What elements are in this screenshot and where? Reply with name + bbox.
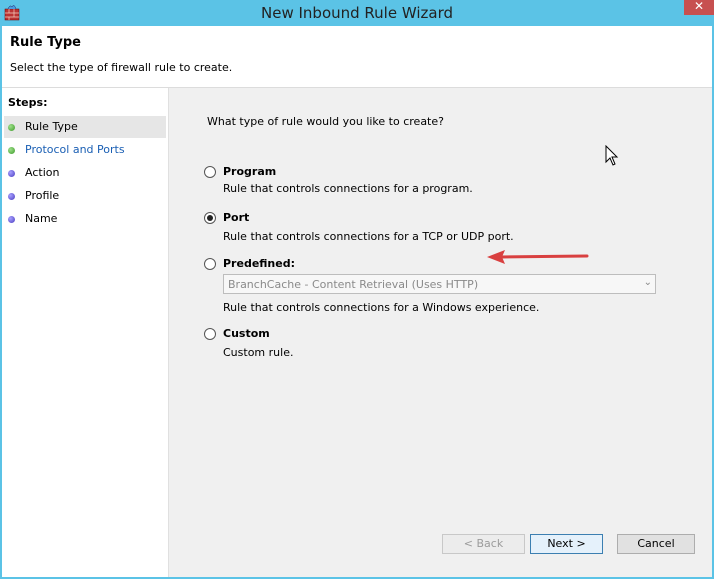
- steps-heading: Steps:: [8, 96, 48, 109]
- close-icon[interactable]: ✕: [694, 0, 704, 13]
- page-title: Rule Type: [10, 35, 81, 50]
- step-label[interactable]: Protocol and Ports: [25, 139, 125, 161]
- wizard-header: Rule Type Select the type of firewall ru…: [2, 26, 712, 88]
- predefined-select-value: BranchCache - Content Retrieval (Uses HT…: [228, 278, 479, 291]
- step-status-icon: [8, 216, 15, 223]
- program-option-label[interactable]: Program: [223, 165, 276, 178]
- custom-option-description: Custom rule.: [223, 346, 294, 359]
- custom-option-label[interactable]: Custom: [223, 327, 270, 340]
- step-status-icon: [8, 124, 15, 131]
- predefined-option-label[interactable]: Predefined:: [223, 257, 295, 270]
- predefined-option-description: Rule that controls connections for a Win…: [223, 301, 540, 314]
- step-action[interactable]: Action: [4, 162, 166, 184]
- port-option-label[interactable]: Port: [223, 211, 249, 224]
- step-status-icon: [8, 170, 15, 177]
- step-name[interactable]: Name: [4, 208, 166, 230]
- cancel-button[interactable]: Cancel: [617, 534, 695, 554]
- port-radio[interactable]: [204, 212, 216, 224]
- step-status-icon: [8, 147, 15, 154]
- program-option-description: Rule that controls connections for a pro…: [223, 182, 473, 195]
- predefined-radio[interactable]: [204, 258, 216, 270]
- step-protocol-and-ports[interactable]: Protocol and Ports: [4, 139, 166, 161]
- port-option-description: Rule that controls connections for a TCP…: [223, 230, 514, 243]
- step-profile[interactable]: Profile: [4, 185, 166, 207]
- steps-sidebar: Steps: Rule Type Protocol and Ports Acti…: [2, 88, 169, 577]
- next-button[interactable]: Next >: [530, 534, 603, 554]
- window-title: New Inbound Rule Wizard: [261, 4, 453, 22]
- step-status-icon: [8, 193, 15, 200]
- step-label: Rule Type: [25, 120, 78, 133]
- step-label: Name: [25, 212, 58, 225]
- predefined-rule-select[interactable]: BranchCache - Content Retrieval (Uses HT…: [223, 274, 656, 294]
- step-label: Profile: [25, 189, 60, 202]
- step-label: Action: [25, 166, 60, 179]
- wizard-window: Rule Type Select the type of firewall ru…: [2, 26, 712, 577]
- custom-radio[interactable]: [204, 328, 216, 340]
- red-arrow-icon: [487, 250, 589, 264]
- close-button[interactable]: ✕: [684, 0, 714, 15]
- title-bar: New Inbound Rule Wizard ✕: [0, 0, 714, 26]
- rule-type-question: What type of rule would you like to crea…: [207, 115, 444, 128]
- program-radio[interactable]: [204, 166, 216, 178]
- main-content: What type of rule would you like to crea…: [169, 88, 712, 577]
- step-rule-type[interactable]: Rule Type: [4, 116, 166, 138]
- page-description: Select the type of firewall rule to crea…: [10, 61, 233, 74]
- chevron-down-icon: ⌄: [643, 277, 652, 288]
- back-button[interactable]: < Back: [442, 534, 525, 554]
- mouse-pointer-icon: [605, 145, 619, 166]
